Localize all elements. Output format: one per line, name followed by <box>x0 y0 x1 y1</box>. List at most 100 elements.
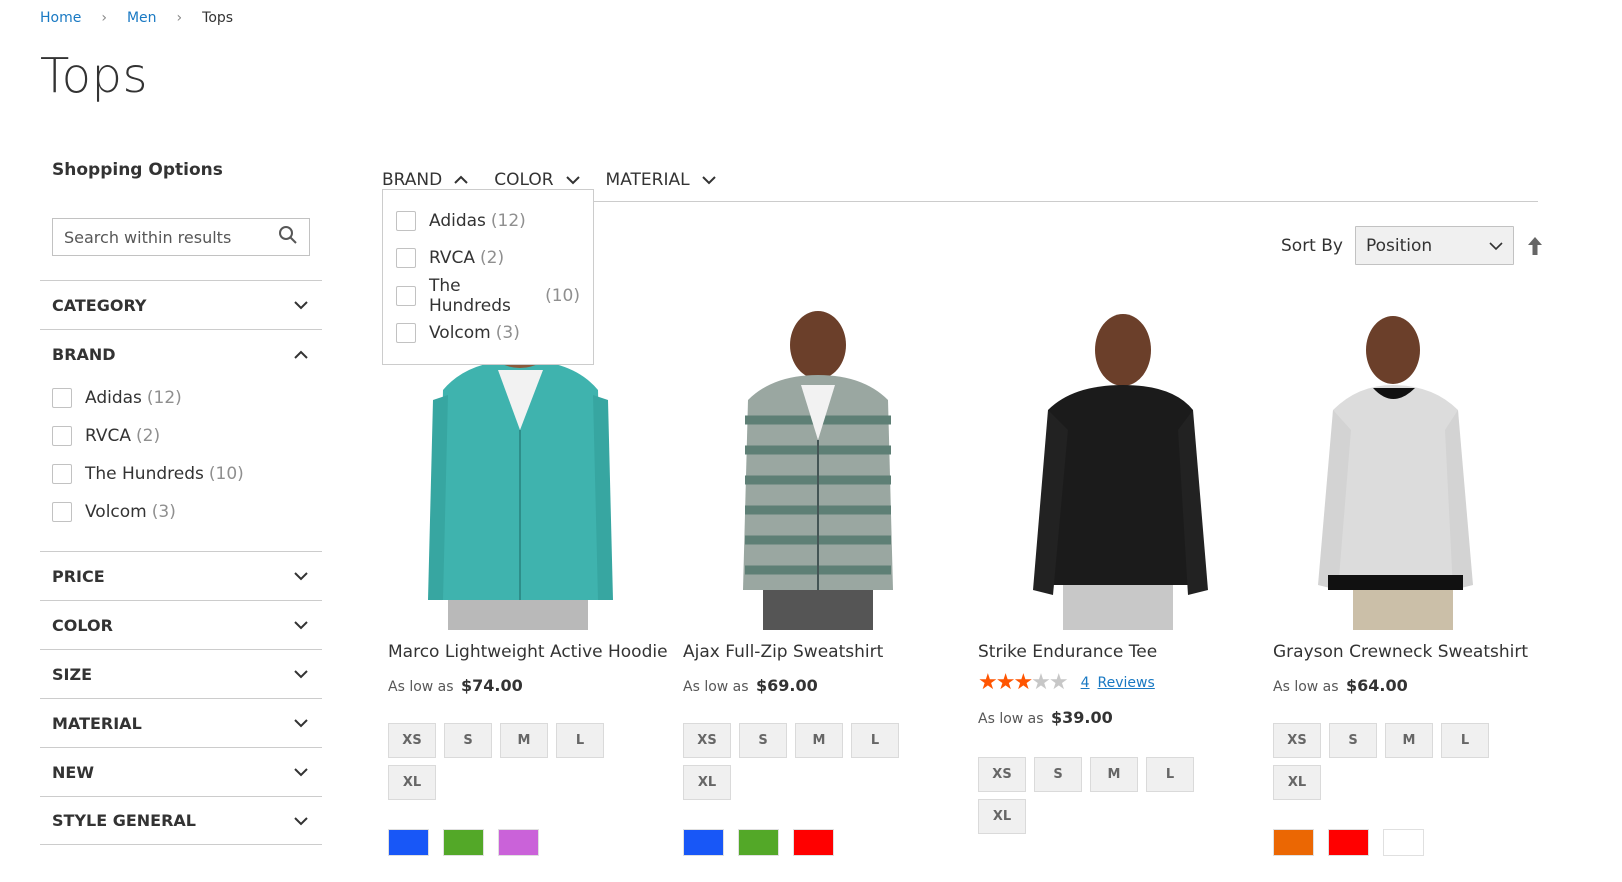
checkbox[interactable] <box>396 285 416 306</box>
option-count: (2) <box>136 426 161 446</box>
dropdown-option-the-hundreds[interactable]: The Hundreds (10) <box>396 276 580 316</box>
brand-option-volcom[interactable]: Volcom (3) <box>52 493 310 531</box>
price-line: As low as $74.00 <box>388 676 653 695</box>
filter-label: SIZE <box>52 664 93 684</box>
size-xl[interactable]: XL <box>388 765 436 800</box>
sort-select[interactable]: Position <box>1354 226 1514 265</box>
color-swatch-green[interactable] <box>738 829 779 856</box>
sorter: Sort By Position <box>1281 226 1544 265</box>
top-filter-brand[interactable]: BRAND <box>382 170 470 190</box>
brand-option-rvca[interactable]: RVCA (2) <box>52 417 310 455</box>
brand-option-adidas[interactable]: Adidas (12) <box>52 379 310 417</box>
filter-category[interactable]: CATEGORY <box>40 280 322 329</box>
checkbox[interactable] <box>52 426 72 446</box>
color-swatch-blue[interactable] <box>388 829 429 856</box>
size-xs[interactable]: XS <box>683 723 731 758</box>
product-image-crewneck[interactable] <box>1273 300 1538 630</box>
breadcrumb: Home › Men › Tops <box>40 10 233 26</box>
shopping-options-title: Shopping Options <box>52 160 223 180</box>
chevron-down-icon <box>1489 236 1503 256</box>
size-m[interactable]: M <box>500 723 548 758</box>
checkbox[interactable] <box>396 248 416 269</box>
color-swatch-red[interactable] <box>1328 829 1369 856</box>
size-l[interactable]: L <box>1146 757 1194 792</box>
option-label: Volcom <box>85 502 147 522</box>
checkbox[interactable] <box>52 464 72 484</box>
size-xs[interactable]: XS <box>388 723 436 758</box>
color-swatch-blue[interactable] <box>683 829 724 856</box>
chevron-down-icon <box>292 812 310 830</box>
size-l[interactable]: L <box>556 723 604 758</box>
dropdown-option-rvca[interactable]: RVCA (2) <box>396 240 580 278</box>
color-swatch-white[interactable] <box>1383 829 1424 856</box>
sidebar-filters: Shopping Options CATEGORY BRAND Adidas(1… <box>40 150 322 845</box>
top-filter-color[interactable]: COLOR <box>494 170 581 190</box>
size-m[interactable]: M <box>1385 723 1433 758</box>
color-swatches <box>683 829 948 856</box>
sort-by-label: Sort By <box>1281 235 1343 256</box>
checkbox[interactable] <box>396 210 416 231</box>
option-count: (3) <box>495 323 520 344</box>
filter-size[interactable]: SIZE <box>40 649 322 698</box>
size-l[interactable]: L <box>1441 723 1489 758</box>
filter-brand-header[interactable]: BRAND <box>52 330 310 379</box>
size-options: XS S M L XL <box>683 723 923 807</box>
chevron-down-icon <box>292 567 310 585</box>
filter-style-general[interactable]: STYLE GENERAL <box>40 796 322 845</box>
arrow-up-icon[interactable] <box>1526 235 1544 257</box>
size-s[interactable]: S <box>739 723 787 758</box>
filter-label: STYLE GENERAL <box>52 811 196 830</box>
top-filter-material[interactable]: MATERIAL <box>606 170 718 190</box>
size-xs[interactable]: XS <box>1273 723 1321 758</box>
size-options: XS S M L XL <box>978 757 1218 841</box>
product-name[interactable]: Grayson Crewneck Sweatshirt <box>1273 642 1538 662</box>
brand-option-the-hundreds[interactable]: The Hundreds (10) <box>52 455 310 493</box>
product-image-sweatshirt[interactable] <box>683 300 948 630</box>
product-name[interactable]: Strike Endurance Tee <box>978 642 1243 662</box>
checkbox[interactable] <box>396 323 416 344</box>
filter-label: BRAND <box>52 345 116 364</box>
chevron-down-icon <box>564 171 582 189</box>
size-s[interactable]: S <box>1034 757 1082 792</box>
review-label: Reviews <box>1097 675 1155 691</box>
product-name[interactable]: Marco Lightweight Active Hoodie <box>388 642 668 662</box>
dropdown-option-adidas[interactable]: Adidas (12) <box>396 202 580 240</box>
product-image-tee[interactable] <box>978 300 1243 630</box>
size-l[interactable]: L <box>851 723 899 758</box>
filter-price[interactable]: PRICE <box>40 551 322 600</box>
dropdown-option-volcom[interactable]: Volcom (3) <box>396 315 580 353</box>
size-xl[interactable]: XL <box>978 799 1026 834</box>
price: $69.00 <box>756 676 818 695</box>
size-m[interactable]: M <box>795 723 843 758</box>
color-swatch-purple[interactable] <box>498 829 539 856</box>
search-within-results <box>52 218 310 256</box>
size-s[interactable]: S <box>1329 723 1377 758</box>
color-swatch-red[interactable] <box>793 829 834 856</box>
search-input[interactable] <box>64 227 274 247</box>
color-swatches <box>388 829 653 856</box>
reviews-link[interactable]: 4 Reviews <box>1081 675 1155 691</box>
product-card: Marco Lightweight Active Hoodie As low a… <box>388 300 668 856</box>
chevron-up-icon <box>292 346 310 364</box>
size-xs[interactable]: XS <box>978 757 1026 792</box>
size-xl[interactable]: XL <box>1273 765 1321 800</box>
chevron-down-icon <box>292 616 310 634</box>
checkbox[interactable] <box>52 388 72 408</box>
review-count: 4 <box>1080 675 1090 691</box>
size-s[interactable]: S <box>444 723 492 758</box>
product-card: Strike Endurance Tee ★★★★★ 4 Reviews As l… <box>978 300 1243 841</box>
chevron-down-icon <box>292 665 310 683</box>
breadcrumb-home-link[interactable]: Home <box>40 10 81 26</box>
filter-material[interactable]: MATERIAL <box>40 698 322 747</box>
checkbox[interactable] <box>52 502 72 522</box>
color-swatch-green[interactable] <box>443 829 484 856</box>
filter-new[interactable]: NEW <box>40 747 322 796</box>
size-m[interactable]: M <box>1090 757 1138 792</box>
price-line: As low as $39.00 <box>978 708 1243 727</box>
color-swatch-orange[interactable] <box>1273 829 1314 856</box>
breadcrumb-men-link[interactable]: Men <box>127 10 157 26</box>
size-xl[interactable]: XL <box>683 765 731 800</box>
filter-color[interactable]: COLOR <box>40 600 322 649</box>
search-icon[interactable] <box>278 225 298 249</box>
product-name[interactable]: Ajax Full-Zip Sweatshirt <box>683 642 948 662</box>
